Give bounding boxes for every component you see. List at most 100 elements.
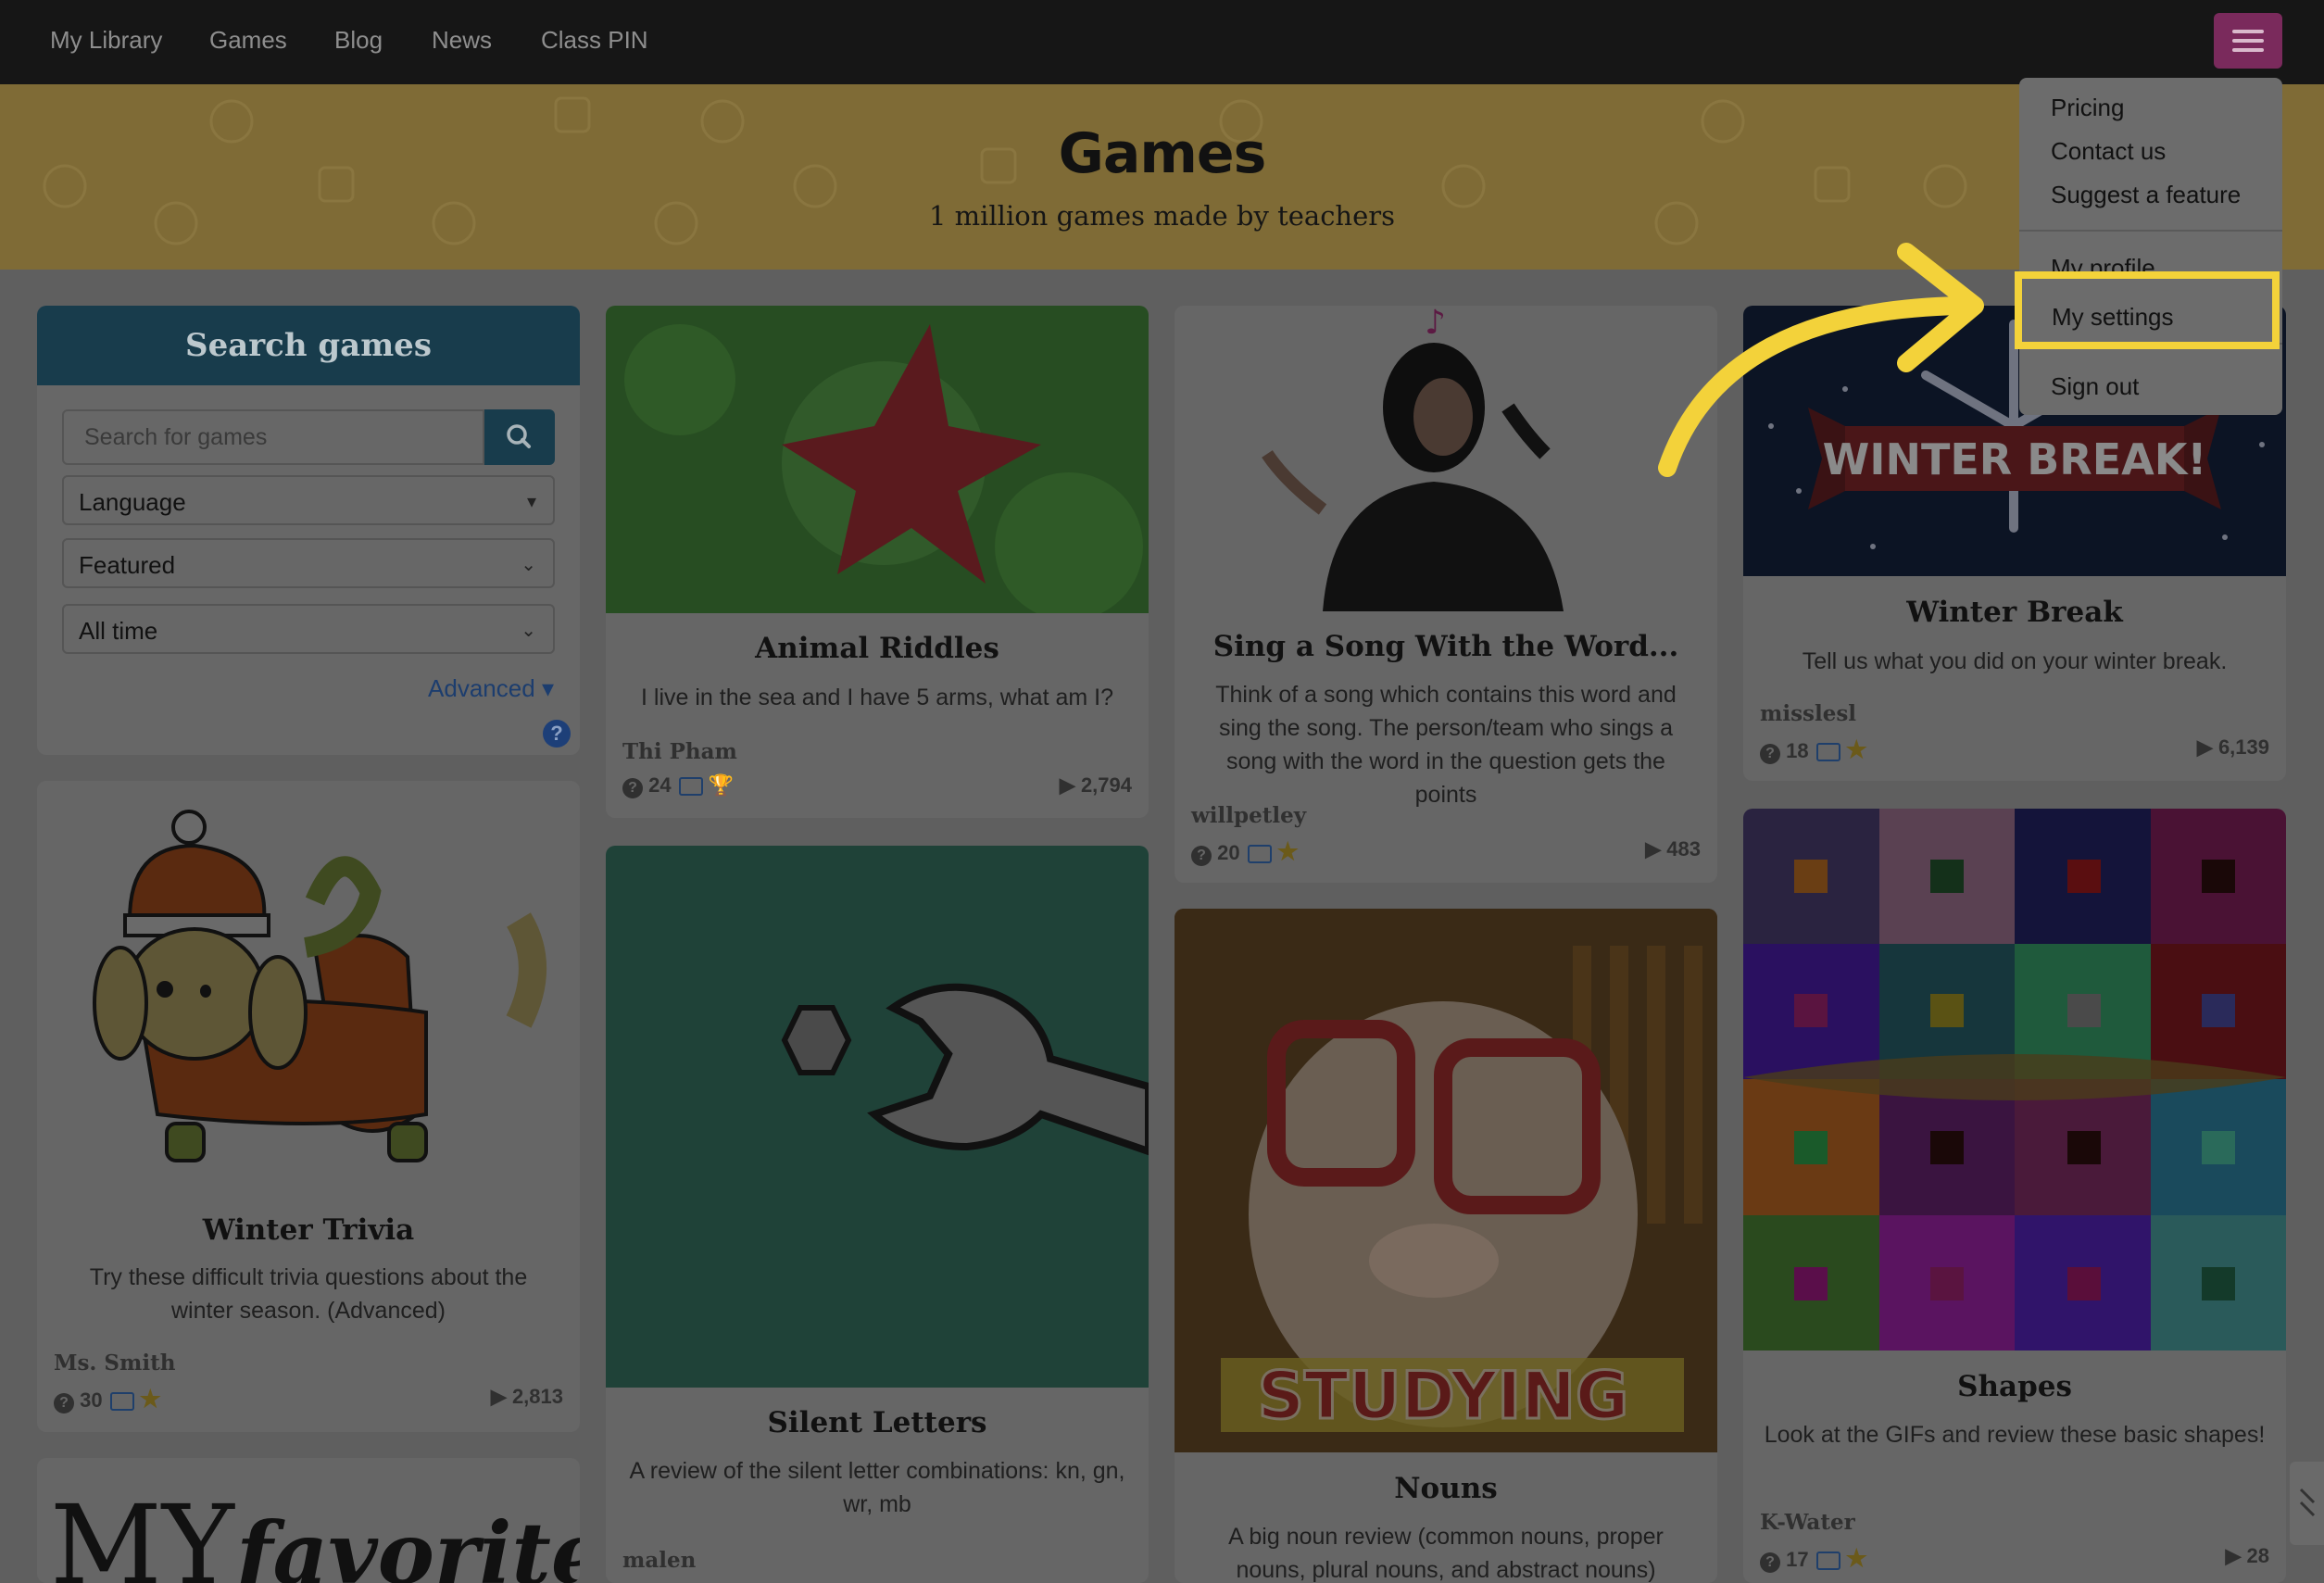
play-icon: ▶: [490, 1385, 507, 1408]
game-card-sing-a-song[interactable]: ♪ Sing a Song With the Word... Think of …: [1175, 306, 1717, 883]
menu-item-suggest-feature[interactable]: Suggest a feature: [2051, 181, 2241, 209]
nav-games[interactable]: Games: [209, 26, 287, 55]
nav-news[interactable]: News: [432, 26, 492, 55]
image-icon: [1815, 1552, 1840, 1571]
help-icon[interactable]: ?: [543, 720, 571, 748]
play-count: ▶ 2,794: [1060, 773, 1132, 798]
game-card-shapes[interactable]: Shapes Look at the GIFs and review these…: [1743, 809, 2286, 1583]
resize-icon: [2299, 1488, 2316, 1517]
question-count-value: 17: [1786, 1548, 1809, 1571]
question-icon: ?: [1760, 744, 1780, 764]
card-title: Animal Riddles: [755, 632, 999, 665]
my-favorite-text-my: MY: [50, 1481, 235, 1583]
card-stats: ? 24 🏆 ▶ 2,794: [622, 773, 1132, 801]
side-feedback-tab[interactable]: [2290, 1462, 2324, 1545]
card-description: A big noun review (common nouns, proper …: [1228, 1524, 1664, 1583]
card-image: ♪: [1175, 306, 1717, 611]
search-heading: Search games: [37, 306, 580, 385]
card-image: [606, 846, 1149, 1388]
sort-select[interactable]: Featured ⌄: [62, 538, 555, 588]
card-stats: ? 18 ★ ▶ 6,139: [1760, 735, 2269, 764]
card-image: [606, 306, 1149, 613]
star-icon: ★: [1845, 735, 1867, 763]
play-count: ▶ 2,813: [491, 1385, 563, 1409]
studying-image-text: STUDYING: [1258, 1358, 1629, 1434]
nav-my-library[interactable]: My Library: [50, 26, 162, 55]
menu-item-my-settings[interactable]: My settings: [2015, 271, 2280, 349]
card-title: Shapes: [1957, 1370, 2072, 1403]
my-favorite-text-favorite: favorite: [231, 1503, 580, 1583]
card-author: willpetley: [1191, 803, 1307, 828]
question-count: ? 17 ★: [1760, 1544, 1867, 1573]
hamburger-icon-bar: [2232, 48, 2264, 52]
question-count: ? 24 🏆: [622, 773, 734, 798]
card-author: Thi Pham: [622, 739, 737, 764]
play-count: ▶ 483: [1645, 837, 1701, 861]
search-button[interactable]: [484, 409, 555, 465]
question-icon: ?: [1760, 1552, 1780, 1573]
question-count: ? 18 ★: [1760, 735, 1867, 764]
menu-item-contact-us[interactable]: Contact us: [2051, 137, 2166, 166]
winter-break-banner-text: WINTER BREAK!: [1823, 434, 2207, 484]
card-title: Nouns: [1394, 1472, 1498, 1505]
play-count-value: 2,794: [1080, 773, 1132, 797]
play-icon: ▶: [2225, 1544, 2242, 1567]
card-author: misslesl: [1760, 701, 1857, 726]
caret-down-icon: ▾: [526, 492, 536, 512]
card-title: Sing a Song With the Word...: [1212, 630, 1679, 663]
game-card-my-favorite[interactable]: MY favorite: [37, 1458, 580, 1583]
page-title: Games: [1058, 121, 1267, 186]
card-title: Winter Break: [1906, 596, 2123, 629]
game-card-winter-trivia[interactable]: Winter Trivia Try these difficult trivia…: [37, 781, 580, 1432]
question-count-value: 30: [80, 1388, 103, 1412]
trophy-icon: 🏆: [708, 773, 735, 797]
game-card-animal-riddles[interactable]: Animal Riddles I live in the sea and I h…: [606, 306, 1149, 818]
studying-pig-image: STUDYING: [1175, 909, 1717, 1452]
question-icon: ?: [54, 1393, 74, 1413]
image-icon: [1815, 743, 1840, 762]
card-stats: ? 20 ★ ▶ 483: [1191, 837, 1701, 866]
nav-blog[interactable]: Blog: [334, 26, 383, 55]
advanced-search-link[interactable]: Advanced ▾: [428, 674, 554, 703]
svg-text:♪: ♪: [1425, 306, 1446, 342]
image-icon: [109, 1392, 134, 1412]
time-select[interactable]: All time ⌄: [62, 604, 555, 654]
page-banner: Games 1 million games made by teachers: [0, 84, 2324, 270]
question-icon: ?: [1191, 846, 1212, 866]
play-count-value: 483: [1666, 837, 1701, 861]
card-image: STUDYING: [1175, 909, 1717, 1452]
card-description: Try these difficult trivia questions abo…: [89, 1264, 528, 1324]
play-count-value: 6,139: [2217, 735, 2269, 759]
menu-item-my-settings-label: My settings: [2052, 303, 2174, 331]
menu-item-sign-out[interactable]: Sign out: [2051, 372, 2139, 401]
my-favorite-image: MY favorite: [50, 1481, 580, 1583]
caret-down-icon: ▾: [541, 674, 554, 702]
starfish-image: [624, 324, 1143, 613]
card-title: Silent Letters: [767, 1406, 987, 1439]
language-select[interactable]: Language ▾: [62, 475, 555, 525]
play-count-value: 28: [2246, 1544, 2269, 1567]
winter-dog-image: [93, 810, 546, 1162]
star-icon: ★: [1276, 837, 1299, 865]
menu-divider: [2019, 230, 2282, 232]
card-author: malen: [622, 1548, 697, 1573]
card-author: Ms. Smith: [54, 1351, 176, 1376]
question-count: ? 30 ★: [54, 1385, 161, 1413]
wrench-image: [781, 983, 1149, 1156]
hamburger-menu-button[interactable]: [2214, 13, 2282, 69]
menu-item-pricing[interactable]: Pricing: [2051, 94, 2124, 122]
game-card-nouns[interactable]: STUDYING Nouns A big noun review (common…: [1175, 909, 1717, 1583]
card-stats: ? 17 ★ ▶ 28: [1760, 1544, 2269, 1573]
play-count: ▶ 6,139: [2197, 735, 2269, 760]
time-select-value: All time: [79, 617, 158, 645]
search-input[interactable]: [62, 409, 484, 465]
card-author: K-Water: [1760, 1510, 1855, 1535]
nav-class-pin[interactable]: Class PIN: [541, 26, 648, 55]
game-card-silent-letters[interactable]: Silent Letters A review of the silent le…: [606, 846, 1149, 1583]
play-icon: ▶: [2196, 735, 2213, 759]
search-icon: [507, 424, 531, 448]
sort-select-value: Featured: [79, 551, 176, 579]
play-count: ▶ 28: [2225, 1544, 2269, 1568]
card-image: [1743, 809, 2286, 1351]
play-icon: ▶: [1059, 773, 1075, 797]
